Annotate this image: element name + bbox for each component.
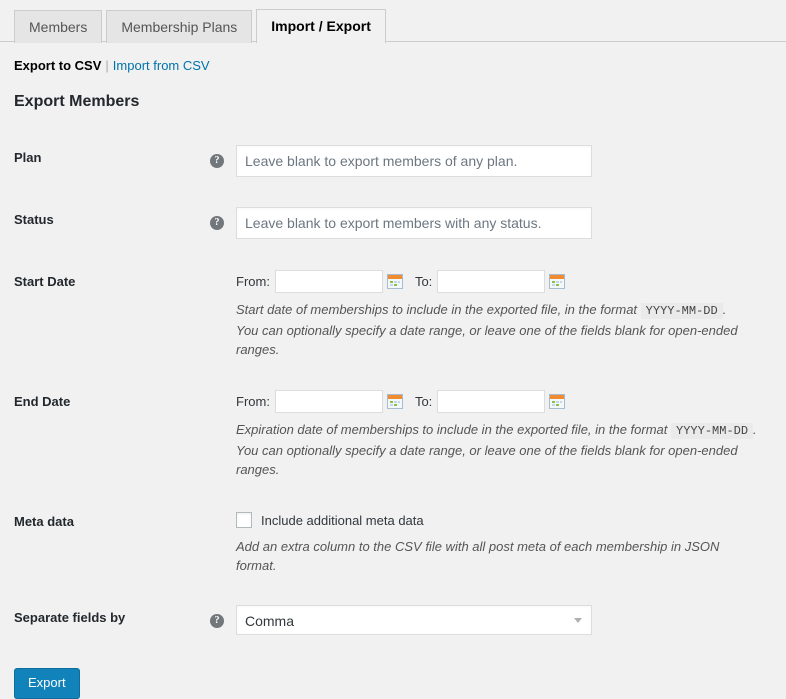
calendar-icon-grid xyxy=(552,281,562,287)
subnav-link-import-from-csv[interactable]: Import from CSV xyxy=(113,58,210,73)
end-date-from-input[interactable] xyxy=(275,390,383,413)
help-cell-end-date xyxy=(210,374,236,494)
start-date-from-label: From: xyxy=(236,274,270,289)
calendar-icon-end-to[interactable] xyxy=(549,394,565,409)
form-row-status: Status ? xyxy=(14,192,772,254)
help-cell-plan: ? xyxy=(210,130,236,192)
end-date-from-label: From: xyxy=(236,394,270,409)
field-cell-separator: Comma xyxy=(236,590,772,650)
start-date-from-input[interactable] xyxy=(275,270,383,293)
tab-bar: MembersMembership PlansImport / Export xyxy=(0,0,786,42)
field-cell-start-date: From: To: Start xyxy=(236,254,772,374)
status-input[interactable] xyxy=(236,207,592,239)
tab-import-export[interactable]: Import / Export xyxy=(256,9,386,43)
start-date-desc-line1-pre: Start date of memberships to include in … xyxy=(236,302,637,317)
field-cell-status xyxy=(236,192,772,254)
form-row-plan: Plan ? xyxy=(14,130,772,192)
form-row-end-date: End Date From: To: xyxy=(14,374,772,494)
field-cell-plan xyxy=(236,130,772,192)
start-date-desc-line1-post: . xyxy=(723,302,727,317)
meta-data-checkbox-row[interactable]: Include additional meta data xyxy=(236,510,762,530)
label-separate-fields-by: Separate fields by xyxy=(14,590,210,650)
calendar-icon-grid xyxy=(390,281,400,287)
calendar-icon-start-to[interactable] xyxy=(549,274,565,289)
start-date-to-label: To: xyxy=(415,274,432,289)
page-content: Export to CSV | Import from CSV Export Mem… xyxy=(0,58,786,699)
calendar-icon-grid xyxy=(552,401,562,407)
plan-input[interactable] xyxy=(236,145,592,177)
help-cell-start-date xyxy=(210,254,236,374)
end-date-desc-line2: You can optionally specify a date range,… xyxy=(236,443,738,477)
start-date-to-input[interactable] xyxy=(437,270,545,293)
meta-data-checkbox-label[interactable]: Include additional meta data xyxy=(261,513,424,528)
help-icon-status[interactable]: ? xyxy=(210,216,224,230)
end-date-desc-line1-pre: Expiration date of memberships to includ… xyxy=(236,422,667,437)
meta-data-checkbox[interactable] xyxy=(236,512,252,528)
label-start-date: Start Date xyxy=(14,254,210,374)
start-date-format-code: YYYY-MM-DD xyxy=(641,303,723,319)
calendar-icon-end-from[interactable] xyxy=(387,394,403,409)
form-row-start-date: Start Date From: To: xyxy=(14,254,772,374)
start-date-desc-line2: You can optionally specify a date range,… xyxy=(236,323,738,357)
export-button[interactable]: Export xyxy=(14,668,80,699)
label-status: Status xyxy=(14,192,210,254)
meta-data-description: Add an extra column to the CSV file with… xyxy=(236,537,762,575)
help-cell-status: ? xyxy=(210,192,236,254)
label-meta-data: Meta data xyxy=(14,494,210,590)
submit-area: Export xyxy=(14,650,772,699)
help-icon-separator[interactable]: ? xyxy=(210,614,224,628)
calendar-icon-start-from[interactable] xyxy=(387,274,403,289)
export-form-table: Plan ? Status ? Start Date xyxy=(14,130,772,650)
calendar-icon-header xyxy=(388,395,402,399)
help-icon-plan[interactable]: ? xyxy=(210,154,224,168)
help-cell-separator: ? xyxy=(210,590,236,650)
start-date-range: From: To: xyxy=(236,269,762,293)
subnav: Export to CSV | Import from CSV xyxy=(14,58,772,74)
field-cell-end-date: From: To: Expira xyxy=(236,374,772,494)
form-row-separator: Separate fields by ? Comma xyxy=(14,590,772,650)
end-date-to-label: To: xyxy=(415,394,432,409)
end-date-desc-line1-post: . xyxy=(753,422,757,437)
calendar-icon-header xyxy=(550,395,564,399)
label-end-date: End Date xyxy=(14,374,210,494)
form-row-meta-data: Meta data Include additional meta data A… xyxy=(14,494,772,590)
end-date-to-input[interactable] xyxy=(437,390,545,413)
help-cell-meta-data xyxy=(210,494,236,590)
end-date-range: From: To: xyxy=(236,389,762,413)
field-cell-meta-data: Include additional meta data Add an extr… xyxy=(236,494,772,590)
calendar-icon-grid xyxy=(390,401,400,407)
end-date-format-code: YYYY-MM-DD xyxy=(671,423,753,439)
label-plan: Plan xyxy=(14,130,210,192)
start-date-description: Start date of memberships to include in … xyxy=(236,300,762,359)
subnav-separator: | xyxy=(105,58,108,73)
tab-membership-plans[interactable]: Membership Plans xyxy=(106,10,252,43)
subnav-current-export-to-csv[interactable]: Export to CSV xyxy=(14,58,101,73)
calendar-icon-header xyxy=(550,275,564,279)
end-date-description: Expiration date of memberships to includ… xyxy=(236,420,762,479)
tab-members[interactable]: Members xyxy=(14,10,102,43)
calendar-icon-header xyxy=(388,275,402,279)
page-title: Export Members xyxy=(14,92,772,112)
